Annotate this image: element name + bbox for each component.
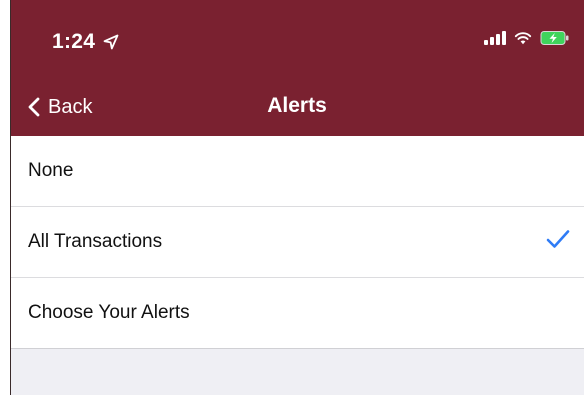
left-edge-margin [0,0,10,395]
navigation-bar: Back Alerts [10,80,584,136]
alert-option-all-transactions[interactable]: All Transactions [10,207,584,278]
app-header: 1:24 Back Alerts [10,0,584,136]
alert-option-choose-your-alerts[interactable]: Choose Your Alerts [10,278,584,349]
option-label: None [28,160,74,181]
alert-option-none[interactable]: None [10,136,584,207]
status-bar: 1:24 [10,0,584,80]
wifi-icon [514,32,532,45]
status-time: 1:24 [52,30,96,53]
option-label: All Transactions [28,231,163,252]
battery-charging-icon [540,31,569,45]
option-label: Choose Your Alerts [28,302,190,323]
checkmark-icon [546,230,570,248]
left-edge-divider [10,0,11,395]
location-arrow-icon [103,34,119,50]
status-indicators [484,30,570,46]
status-time-wrap: 1:24 [52,30,119,54]
alert-options-list: None All Transactions Choose Your Alerts [10,136,584,349]
cellular-signal-icon [484,31,506,45]
page-title: Alerts [267,94,327,117]
alerts-screen: 1:24 Back Alerts None All Transactions C… [0,0,584,395]
